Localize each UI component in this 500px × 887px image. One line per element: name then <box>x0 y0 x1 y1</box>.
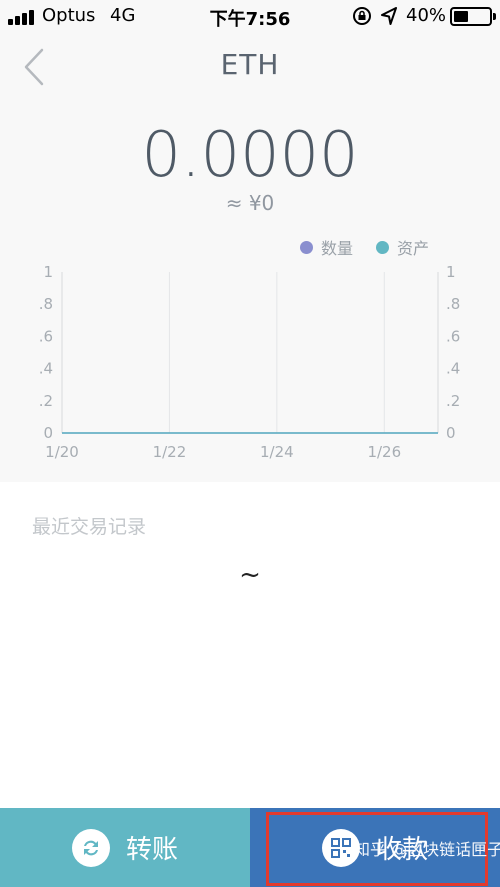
chart-y-tick-label-right: .4 <box>446 360 460 378</box>
chart-y-tick-label-right: 0 <box>446 424 456 442</box>
legend-dot-asset <box>376 240 389 254</box>
rotation-lock-icon <box>353 7 371 25</box>
legend-dot-quantity <box>300 240 313 254</box>
chart-y-tick-label-left: .6 <box>39 327 53 345</box>
chart-y-tick-label-right: .2 <box>446 392 460 410</box>
chart-x-tick-label: 1/24 <box>260 443 294 461</box>
page-title: ETH <box>220 48 280 81</box>
holdings-chart: 1/20 1/22 1/24 1/26 0 .2 .4 .6 .8 1 0 .2 .4 .6 .8 1 <box>39 263 461 461</box>
chart-y-tick-label-right: 1 <box>446 263 456 281</box>
watermark-text: 知乎 @区块链话匣子 <box>354 840 500 859</box>
chart-y-tick-label-right: .6 <box>446 327 460 345</box>
transfer-icon <box>71 828 110 867</box>
battery-icon <box>450 7 496 26</box>
battery-percent: 40% <box>406 5 447 26</box>
transfer-button[interactable]: 转账 <box>0 808 250 887</box>
empty-records-indicator: ~ <box>239 560 261 590</box>
recent-transactions-title: 最近交易记录 <box>32 516 147 538</box>
transfer-label: 转账 <box>125 835 178 865</box>
chart-x-tick-label: 1/26 <box>367 443 401 461</box>
chart-y-tick-label-right: .8 <box>446 295 460 313</box>
status-bar: Optus 4G 下午7:56 40% <box>0 0 500 34</box>
chart-x-tick-label: 1/22 <box>153 443 187 461</box>
balance-amount: 0.0000 <box>141 118 359 191</box>
chart-y-tick-label-left: .8 <box>39 295 53 313</box>
chart-x-tick-label: 1/20 <box>45 443 79 461</box>
balance-approx-value: ≈ ¥0 <box>225 191 275 215</box>
location-icon <box>381 7 397 25</box>
chart-y-tick-label-left: 0 <box>43 424 53 442</box>
chart-y-tick-label-left: 1 <box>43 263 53 281</box>
chart-y-tick-label-left: .4 <box>39 360 53 378</box>
chart-y-tick-label-left: .2 <box>39 392 53 410</box>
